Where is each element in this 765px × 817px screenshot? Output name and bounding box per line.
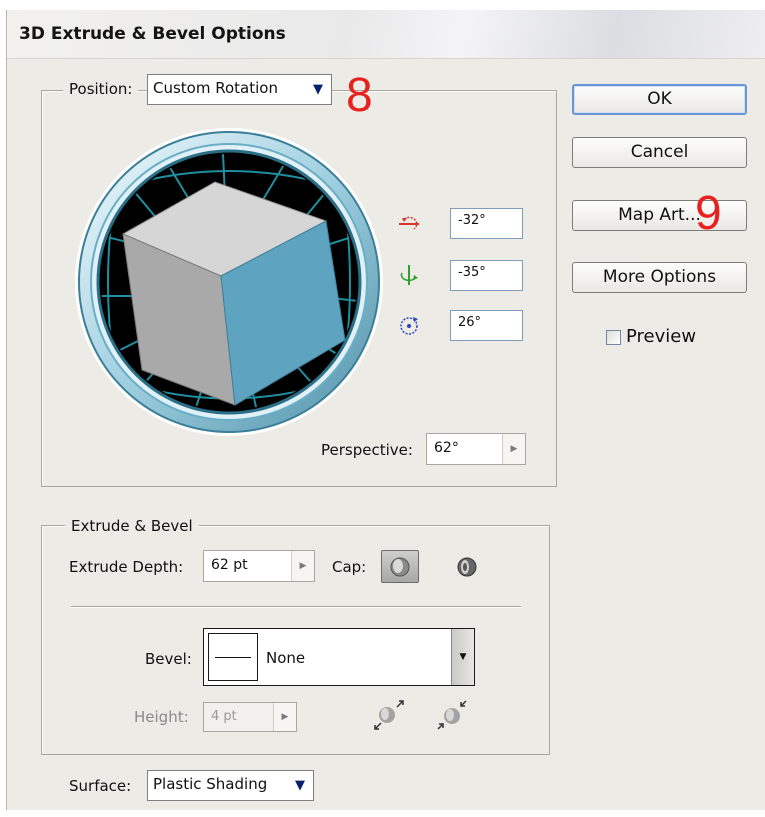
position-value: Custom Rotation xyxy=(153,79,278,97)
position-dropdown[interactable]: Custom Rotation ▼ xyxy=(147,74,332,105)
x-axis-rotation-icon xyxy=(399,216,419,230)
bevel-label: Bevel: xyxy=(145,650,192,668)
surface-label: Surface: xyxy=(69,777,132,795)
z-rotation-field[interactable]: 26° xyxy=(450,310,523,341)
surface-dropdown[interactable]: Plastic Shading ▼ xyxy=(147,770,314,801)
cancel-button[interactable]: Cancel xyxy=(572,137,747,168)
extrude-bevel-legend: Extrude & Bevel xyxy=(65,517,199,535)
ok-button[interactable]: OK xyxy=(572,84,747,115)
z-rotation-row: 26° xyxy=(397,310,527,341)
bevel-out-button[interactable] xyxy=(369,698,409,732)
extrude-bevel-dialog: 3D Extrude & Bevel Options Position: Cus… xyxy=(6,10,765,810)
height-stepper[interactable]: 4 pt ▶ xyxy=(203,702,297,732)
extrude-depth-value: 62 pt xyxy=(204,551,292,581)
height-label: Height: xyxy=(134,708,189,726)
annotation-8: 8 xyxy=(346,69,373,122)
extrude-depth-label: Extrude Depth: xyxy=(69,558,184,576)
perspective-label: Perspective: xyxy=(321,441,413,459)
bevel-dropdown[interactable]: None ▼ xyxy=(203,628,475,686)
cap-off-icon xyxy=(457,557,477,577)
y-rotation-field[interactable]: -35° xyxy=(450,260,523,291)
bevel-value: None xyxy=(266,649,306,667)
preview-label[interactable]: Preview xyxy=(626,326,696,347)
bevel-dropdown-toggle[interactable]: ▼ xyxy=(451,629,474,685)
z-axis-rotation-icon xyxy=(400,317,418,335)
rotation-track-cube[interactable] xyxy=(73,126,385,438)
position-label: Position: xyxy=(63,80,139,98)
y-axis-rotation-icon xyxy=(400,265,418,285)
bevel-in-icon xyxy=(437,700,467,730)
cap-on-icon xyxy=(390,557,410,576)
height-arrow-icon[interactable]: ▶ xyxy=(274,703,296,731)
height-value: 4 pt xyxy=(204,703,274,731)
perspective-value: 62° xyxy=(427,434,503,464)
surface-value: Plastic Shading xyxy=(153,775,268,793)
cap-on-button[interactable] xyxy=(381,550,419,583)
bevel-swatch xyxy=(208,633,258,681)
extrude-depth-stepper[interactable]: 62 pt ▶ xyxy=(203,550,315,582)
track-cube-graphic xyxy=(75,128,383,436)
perspective-stepper[interactable]: 62° ▶ xyxy=(426,433,526,465)
chevron-down-icon: ▼ xyxy=(459,652,467,662)
annotation-9: 9 xyxy=(695,187,722,240)
dialog-title: 3D Extrude & Bevel Options xyxy=(19,24,286,44)
y-rotation-row: -35° xyxy=(397,260,527,291)
x-rotation-field[interactable]: -32° xyxy=(450,208,523,239)
cap-off-button[interactable] xyxy=(449,552,485,582)
extrude-depth-arrow-icon[interactable]: ▶ xyxy=(292,551,314,581)
divider xyxy=(71,606,521,608)
chevron-down-icon: ▼ xyxy=(313,81,323,97)
bevel-swatch-line xyxy=(215,657,251,658)
preview-checkbox[interactable] xyxy=(606,330,621,345)
cap-label: Cap: xyxy=(332,558,367,576)
bevel-in-button[interactable] xyxy=(432,698,472,732)
perspective-arrow-icon[interactable]: ▶ xyxy=(503,434,525,464)
chevron-down-icon: ▼ xyxy=(295,777,305,793)
title-bar[interactable]: 3D Extrude & Bevel Options xyxy=(7,10,765,59)
bevel-out-icon xyxy=(374,700,404,730)
more-options-button[interactable]: More Options xyxy=(572,262,747,293)
x-rotation-row: -32° xyxy=(397,208,527,239)
